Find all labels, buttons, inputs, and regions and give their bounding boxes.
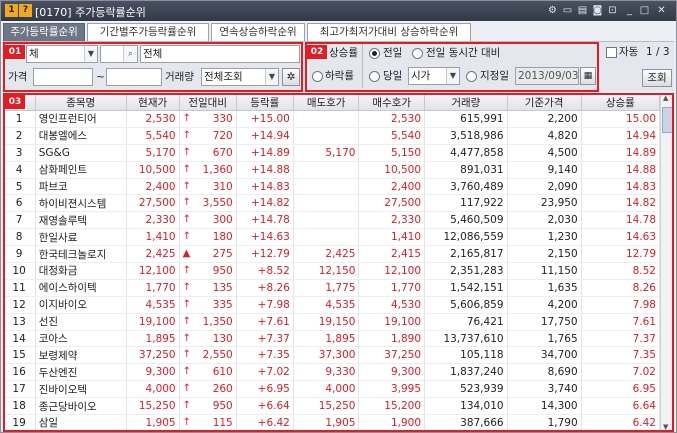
market-select-value: 체 — [29, 48, 39, 60]
price-from-input[interactable] — [33, 68, 93, 86]
tab-high-low-rank[interactable]: 최고가최저가대비 상승하락순위 — [307, 23, 471, 41]
badge-03: 03 — [5, 95, 25, 109]
today-select-value: 시가 — [411, 70, 431, 82]
pin-icon[interactable]: ⊡ — [606, 4, 619, 17]
date-radio[interactable] — [466, 71, 477, 82]
prev-day-label: 전일 — [383, 47, 403, 59]
auto-checkbox[interactable] — [606, 47, 617, 58]
close-icon[interactable]: ✕ — [655, 4, 668, 17]
tab-period-rate-rank[interactable]: 기간별주가등락률순위 — [87, 23, 209, 41]
main-window: 1 ? [0170] 주가등락률순위 ⚙ ▭ ▤ ◙ ⊡ _ □ ✕ 주가등락률… — [0, 0, 677, 433]
print-icon[interactable]: ▤ — [576, 4, 589, 17]
ranking-table: 위 종목명 현재가 전일대비 등락률 매도호가 매수호가 거래량 기준가격 상승… — [3, 93, 674, 432]
camera-icon[interactable]: ◙ — [591, 4, 604, 17]
title-bar: 1 ? [0170] 주가등락률순위 ⚙ ▭ ▤ ◙ ⊡ _ □ ✕ — [1, 1, 676, 21]
price-to-input[interactable] — [106, 68, 162, 86]
settings-icon[interactable]: ⚙ — [546, 4, 559, 17]
filter-panel: 01 체 ▼ ⌕ 전체 가격 ~ 거래량 전체조회 ▼ ✲ 02 상승률 하락률… — [3, 41, 674, 92]
prev-same-time-radio[interactable] — [412, 48, 423, 59]
link-icon[interactable]: ▭ — [561, 4, 574, 17]
price-label: 가격 — [8, 71, 28, 83]
minimize-icon[interactable]: _ — [623, 4, 636, 17]
today-radio[interactable] — [369, 71, 380, 82]
help-icon[interactable]: ? — [19, 4, 32, 17]
prev-same-time-label: 전일 동시간 대비 — [426, 47, 501, 59]
search-icon[interactable]: ⌕ — [123, 46, 137, 62]
calendar-icon[interactable]: ▦ — [580, 67, 596, 85]
market-name-field: 전체 — [140, 45, 300, 63]
date-input[interactable]: 2013/09/03 — [515, 67, 579, 85]
chevron-down-icon[interactable]: ▼ — [84, 46, 97, 62]
info-icon[interactable]: 1 — [5, 4, 18, 17]
prev-day-radio[interactable] — [369, 48, 380, 59]
query-button[interactable]: 조회 — [642, 69, 672, 87]
date-label: 지정일 — [480, 70, 509, 82]
volume-select[interactable]: 전체조회 ▼ — [201, 68, 279, 86]
gear-icon[interactable]: ✲ — [282, 68, 300, 86]
fall-rate-radio[interactable] — [312, 71, 323, 82]
chevron-down-icon[interactable]: ▼ — [446, 68, 459, 84]
today-label: 당일 — [383, 70, 403, 82]
price-tilde: ~ — [96, 71, 105, 83]
tab-consecutive-rank[interactable]: 연속상승하락순위 — [211, 23, 305, 41]
chevron-down-icon[interactable]: ▼ — [265, 69, 278, 85]
page-indicator: 1 / 3 — [646, 46, 670, 58]
window-title: [0170] 주가등락률순위 — [35, 6, 146, 19]
maximize-icon[interactable]: □ — [638, 4, 651, 17]
volume-label: 거래량 — [165, 71, 194, 83]
today-select[interactable]: 시가 ▼ — [408, 67, 460, 85]
auto-label: 자동 — [619, 46, 639, 58]
table-highlight-box — [3, 93, 674, 432]
rise-rate-label: 상승률 — [329, 47, 358, 59]
stock-code-input[interactable]: ⌕ — [100, 45, 138, 63]
fall-rate-label: 하락률 — [325, 70, 354, 82]
badge-02: 02 — [307, 45, 327, 59]
divider — [362, 44, 363, 88]
market-select[interactable]: 체 ▼ — [26, 45, 98, 63]
badge-01: 01 — [5, 45, 25, 59]
tab-stock-rate-rank[interactable]: 주가등락률순위 — [3, 23, 85, 41]
volume-select-value: 전체조회 — [204, 71, 243, 83]
